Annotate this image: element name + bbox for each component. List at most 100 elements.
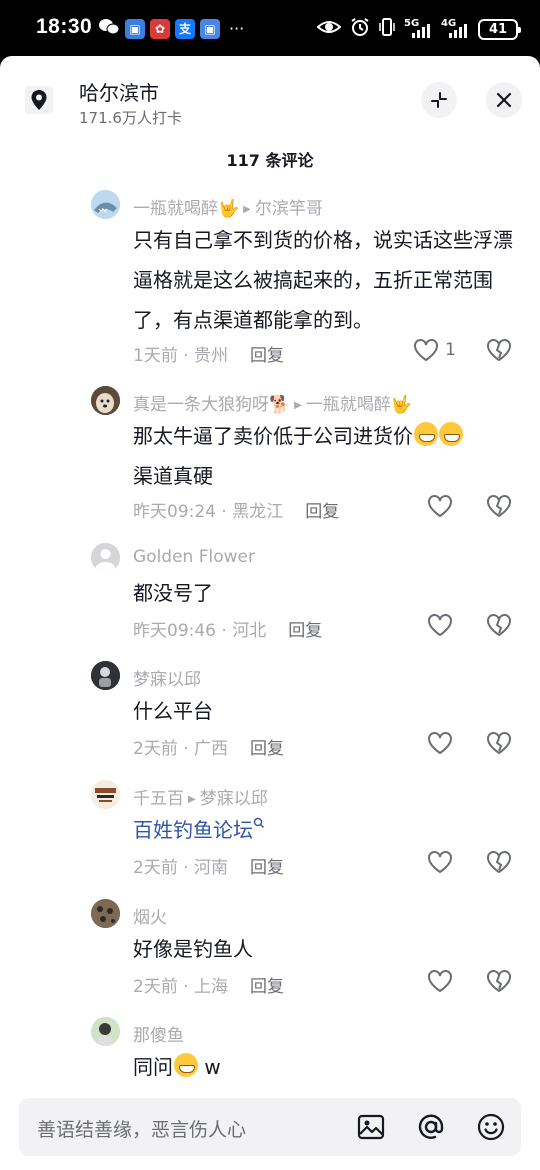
wechat-icon [98,17,120,41]
comments-sheet: 哈尔滨市 171.6万人打卡 117 条评论 一瓶就喝醉🤟 ▶ 尔滨竿哥 只有自己拿… [0,56,540,1170]
comment-author[interactable]: 一瓶就喝醉🤟 ▶ 尔滨竿哥 [133,194,323,219]
alarm-icon [350,17,370,41]
reply-arrow-icon: ▶ [243,204,251,215]
comment-author[interactable]: 那傻鱼 [133,1021,184,1046]
comment-meta: 2天前 · 上海 回复 [133,972,284,997]
reply-arrow-icon: ▶ [294,400,302,411]
comment-time-location: 昨天09:24 · 黑龙江 [133,502,284,522]
like-button[interactable] [427,969,453,993]
collapse-icon [431,92,447,108]
search-link[interactable]: 百姓钓鱼论坛 [133,818,253,842]
dislike-button[interactable] [486,731,512,759]
reply-to-name[interactable]: 一瓶就喝醉🤟 [306,395,412,415]
comment-time-location: 2天前 · 广西 [133,739,229,759]
reply-button[interactable]: 回复 [250,346,284,366]
like-button[interactable] [427,850,453,874]
collapse-button[interactable] [421,82,457,118]
reply-button[interactable]: 回复 [305,502,339,522]
app-notification-icon: ✿ [150,19,170,39]
heart-icon [428,495,452,518]
like-button[interactable] [427,613,453,637]
signal-4g-icon: 4G [441,18,469,39]
more-notifications-icon: ··· [229,19,245,38]
comment-item: 梦寐以邱 什么平台 2天前 · 广西 回复 [0,661,540,771]
avatar[interactable] [91,190,120,219]
comment-text: 同问 w [133,1047,523,1087]
comment-text: 什么平台 [133,699,213,723]
avatar[interactable] [91,1017,120,1046]
avatar[interactable] [91,899,120,928]
comment-text: 都没号了 [133,581,213,605]
comment-item: 那傻鱼 同问 w [0,1017,540,1097]
comment-meta: 昨天09:46 · 河北 回复 [133,616,322,641]
reply-button[interactable]: 回复 [250,739,284,759]
comment-text-line: 那太牛逼了卖价低于公司进货价 [133,424,413,448]
comment-author[interactable]: Golden Flower [133,547,255,567]
reply-to-name[interactable]: 尔滨竿哥 [255,199,323,219]
location-title[interactable]: 哈尔滨市 [79,77,159,106]
app-notification-icon: ▣ [200,19,220,39]
comment-input[interactable]: 善语结善缘，恶言伤人心 [37,1115,246,1142]
author-name[interactable]: 那傻鱼 [133,1026,184,1046]
author-name[interactable]: 一瓶就喝醉🤟 [133,199,239,219]
heart-icon [428,732,452,755]
location-pin-icon [25,86,53,114]
reply-button[interactable]: 回复 [250,858,284,878]
comment-meta: 昨天09:24 · 黑龙江 回复 [133,497,339,522]
comment-input-bar[interactable]: 善语结善缘，恶言伤人心 [19,1098,521,1156]
comment-author[interactable]: 真是一条大狼狗呀🐕 ▶ 一瓶就喝醉🤟 [133,390,412,415]
status-bar: 18:30 ▣ ✿ 支 ▣ ··· 5G 4G 41 [0,0,540,58]
comment-meta: 2天前 · 广西 回复 [133,734,284,759]
comment-item: 一瓶就喝醉🤟 ▶ 尔滨竿哥 只有自己拿不到货的价格，说实话这些浮漂逼格就是这么被搞起… [0,190,540,380]
comment-time-location: 1天前 · 贵州 [133,346,229,366]
battery-indicator: 41 [478,18,521,40]
comment-author[interactable]: 千五百 ▶ 梦寐以邱 [133,784,268,809]
comment-text: 只有自己拿不到货的价格，说实话这些浮漂逼格就是这么被搞起来的，五折正常范围了，有… [133,228,513,332]
avatar[interactable] [91,780,120,809]
heart-icon [428,614,452,637]
author-name[interactable]: 千五百 [133,789,184,809]
like-button[interactable] [427,731,453,755]
dislike-button[interactable] [486,338,512,366]
broken-heart-icon [487,495,511,518]
dislike-button[interactable] [486,613,512,641]
avatar[interactable] [91,661,120,690]
comment-item: 烟火 好像是钓鱼人 2天前 · 上海 回复 [0,899,540,1009]
broken-heart-icon [487,614,511,637]
comment-text-line: 同问 [133,1055,173,1079]
avatar[interactable] [91,543,120,572]
reply-to-name[interactable]: 梦寐以邱 [200,789,268,809]
dislike-button[interactable] [486,969,512,997]
dislike-button[interactable] [486,494,512,522]
comment-count: 117 条评论 [226,151,314,170]
location-checkin-count: 171.6万人打卡 [79,109,182,127]
comment-meta: 2天前 · 河南 回复 [133,853,284,878]
emoji-picker-icon[interactable] [476,1112,506,1142]
avatar[interactable] [91,386,120,415]
broken-heart-icon [487,970,511,993]
image-picker-icon[interactable] [356,1112,386,1142]
heart-icon [428,970,452,993]
like-button[interactable] [427,494,453,518]
like-button[interactable]: 1 [413,338,456,362]
comment-time-location: 2天前 · 河南 [133,858,229,878]
close-icon [496,92,512,108]
broken-heart-icon [487,339,511,362]
author-name[interactable]: Golden Flower [133,547,255,567]
reply-button[interactable]: 回复 [250,977,284,997]
signal-5g-icon: 5G [404,18,432,39]
comment-author[interactable]: 梦寐以邱 [133,665,201,690]
reply-button[interactable]: 回复 [288,621,322,641]
like-count: 1 [445,340,456,360]
comment-text: 那太牛逼了卖价低于公司进货价 渠道真硬 [133,416,523,496]
comment-author[interactable]: 烟火 [133,903,167,928]
author-name[interactable]: 烟火 [133,908,167,928]
mention-icon[interactable] [416,1112,446,1142]
dislike-button[interactable] [486,850,512,878]
close-button[interactable] [486,82,522,118]
broken-heart-icon [487,732,511,755]
status-time: 18:30 [36,15,93,38]
comment-text-line: 渠道真硬 [133,464,213,488]
author-name[interactable]: 梦寐以邱 [133,670,201,690]
author-name[interactable]: 真是一条大狼狗呀🐕 [133,395,290,415]
